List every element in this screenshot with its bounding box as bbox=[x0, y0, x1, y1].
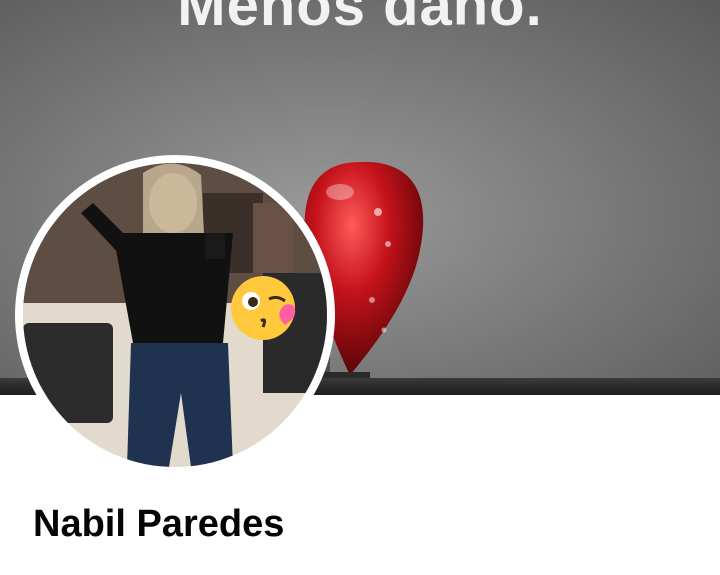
kissing-face-emoji-icon bbox=[231, 276, 296, 340]
avatar[interactable] bbox=[23, 163, 327, 467]
avatar-photo bbox=[23, 163, 327, 467]
profile-name[interactable]: Nabil Paredes bbox=[33, 503, 284, 546]
